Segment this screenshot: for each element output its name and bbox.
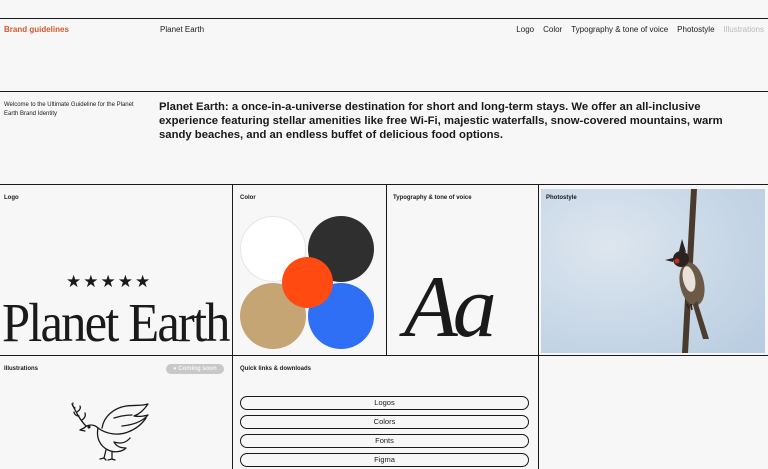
- color-label: Color: [240, 195, 256, 201]
- swatch-orange: [282, 257, 333, 308]
- site-name: Planet Earth: [160, 25, 205, 34]
- nav-typography[interactable]: Typography & tone of voice: [571, 25, 668, 34]
- main-nav: Logo Color Typography & tone of voice Ph…: [516, 25, 764, 34]
- nav-photostyle[interactable]: Photostyle: [677, 25, 714, 34]
- fonts-link-button[interactable]: Fonts: [240, 434, 529, 448]
- col-divider-3: [538, 184, 539, 469]
- quick-links-label: Quick links & downloads: [240, 366, 312, 372]
- intro-text: Planet Earth: a once-in-a-universe desti…: [159, 101, 723, 141]
- col-divider-2: [386, 184, 387, 355]
- typeface-sample: Aa: [404, 259, 497, 356]
- brand-guidelines-link[interactable]: Brand guidelines: [4, 25, 69, 34]
- nav-logo[interactable]: Logo: [516, 25, 534, 34]
- photostyle-label: Photostyle: [546, 195, 577, 201]
- logos-link-button[interactable]: Logos: [240, 396, 529, 410]
- welcome-text: Welcome to the Ultimate Guideline for th…: [4, 102, 134, 117]
- figma-link-button[interactable]: Figma: [240, 453, 529, 467]
- typography-label: Typography & tone of voice: [393, 195, 472, 201]
- logo-label: Logo: [4, 195, 19, 201]
- col-divider-1: [232, 184, 233, 469]
- coming-soon-badge: ● Coming soon: [166, 364, 224, 374]
- bird-photo-illustration: [541, 189, 765, 353]
- bird-photo: [541, 189, 765, 353]
- intro-bottom-divider: [0, 184, 768, 185]
- nav-color[interactable]: Color: [543, 25, 562, 34]
- logo-wordmark: Planet Earth: [2, 292, 230, 353]
- header-bottom-divider: [0, 91, 768, 92]
- illustrations-label: Illustrations: [4, 366, 39, 372]
- nav-illustrations: Illustrations: [723, 25, 764, 34]
- stars-icon: ★★★★★: [66, 272, 153, 291]
- header-top-divider: [0, 18, 768, 19]
- row-divider: [0, 355, 768, 356]
- dove-icon: [71, 402, 149, 461]
- colors-link-button[interactable]: Colors: [240, 415, 529, 429]
